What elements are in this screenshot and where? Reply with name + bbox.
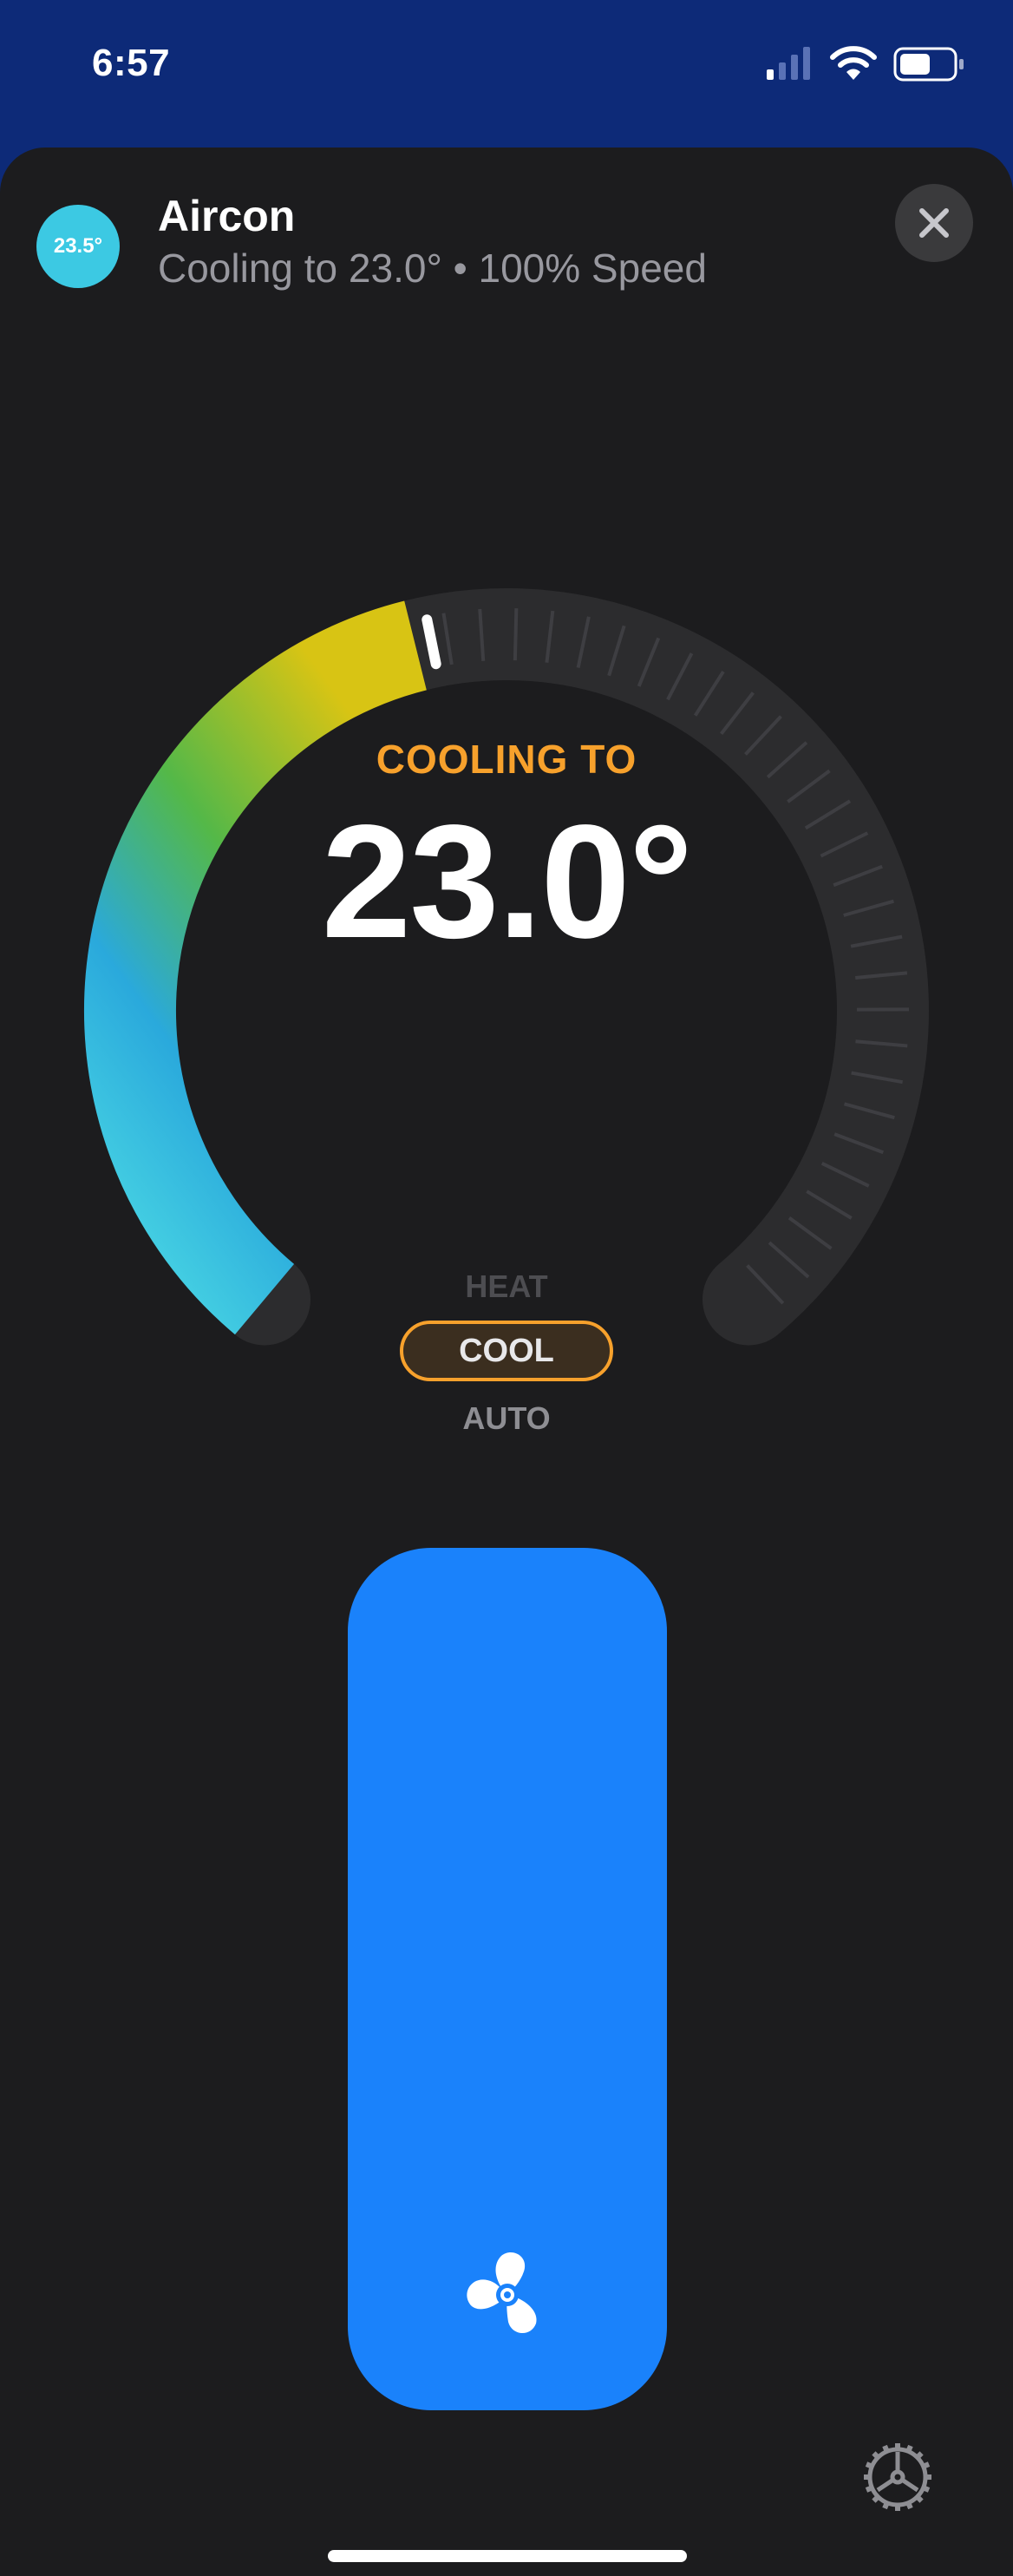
mode-cool[interactable]: COOL bbox=[400, 1321, 613, 1381]
gear-tooth bbox=[914, 2494, 924, 2503]
status-time: 6:57 bbox=[92, 42, 171, 84]
gear-tooth bbox=[924, 2474, 931, 2480]
gear-tooth bbox=[872, 2451, 881, 2461]
gear-tooth bbox=[864, 2474, 872, 2480]
status-icons bbox=[767, 43, 966, 83]
control-sheet: 23.5° Aircon Cooling to 23.0° • 100% Spe… bbox=[0, 147, 1013, 2576]
fan-speed-slider[interactable] bbox=[348, 1548, 667, 2410]
accessory-status: Cooling to 23.0° • 100% Speed bbox=[158, 246, 707, 291]
current-temperature-badge: 23.5° bbox=[36, 205, 120, 288]
dial-mode-label: COOLING TO bbox=[376, 737, 637, 782]
gear-tooth bbox=[895, 2503, 900, 2511]
status-bar: 6:57 bbox=[0, 0, 1013, 147]
target-temperature: 23.0° bbox=[321, 792, 693, 972]
accessory-title: Aircon bbox=[158, 192, 296, 240]
mode-heat[interactable]: HEAT bbox=[0, 1268, 1013, 1305]
gear-icon bbox=[864, 2443, 931, 2511]
wifi-icon bbox=[830, 46, 877, 80]
cellular-signal-icon bbox=[767, 47, 810, 80]
gear-tooth bbox=[914, 2451, 924, 2461]
dial-tick bbox=[513, 608, 519, 661]
fan-icon bbox=[467, 2252, 537, 2334]
settings-button[interactable] bbox=[859, 2438, 937, 2516]
close-button[interactable] bbox=[895, 184, 973, 262]
gear-tooth bbox=[872, 2494, 881, 2503]
close-icon bbox=[919, 208, 949, 238]
mode-auto[interactable]: AUTO bbox=[0, 1400, 1013, 1437]
battery-icon bbox=[893, 47, 964, 82]
home-indicator bbox=[328, 2550, 687, 2562]
gear-tooth bbox=[895, 2443, 900, 2451]
